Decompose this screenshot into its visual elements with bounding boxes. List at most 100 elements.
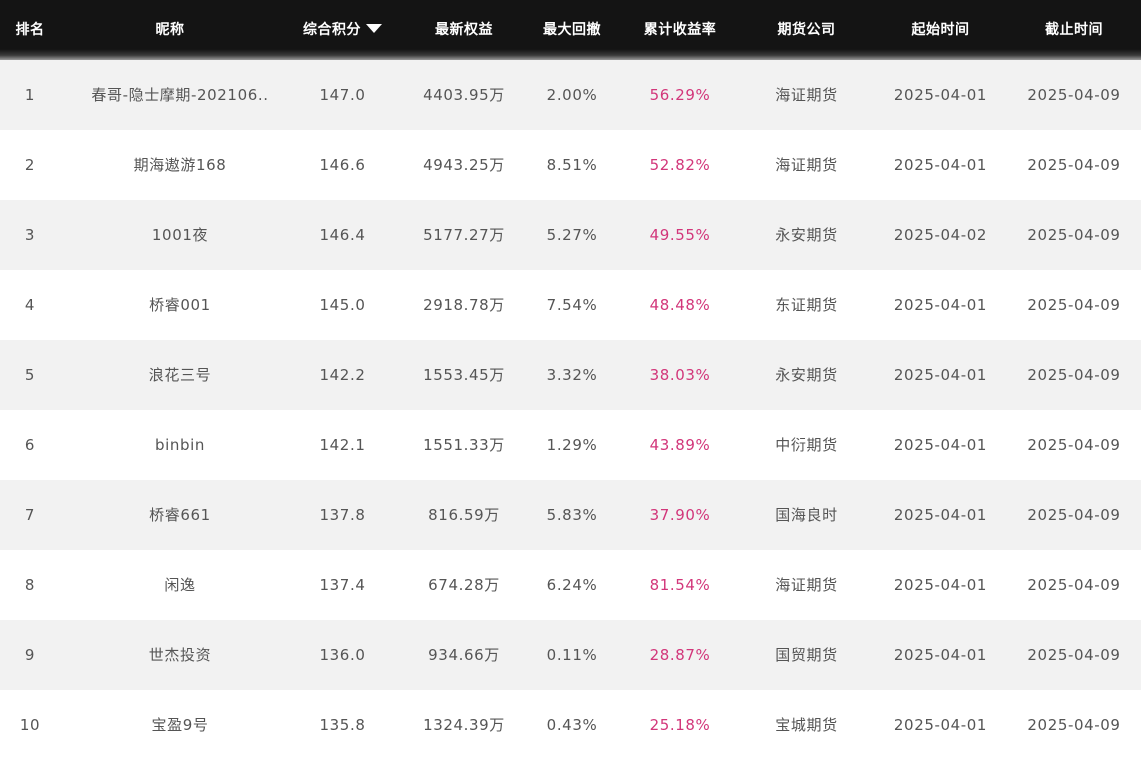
cell-rank: 3 [24, 226, 36, 244]
cell-end-time: 2025-04-09 [1027, 156, 1121, 174]
cell-end-time: 2025-04-09 [1027, 576, 1121, 594]
cell-nickname[interactable]: 桥睿001 [80, 270, 280, 340]
caret-down-icon[interactable] [366, 24, 382, 33]
cell-company: 海证期货 [775, 86, 838, 104]
cell-drawdown: 0.11% [546, 646, 598, 664]
table-row[interactable]: 5 浪花三号 142.2 1553.45万 3.32% 38.03% 永安期货 2025-04… [0, 340, 1141, 410]
table-row[interactable]: 6 binbin 142.1 1551.33万 1.29% 43.89% 中衍期货 2025-… [0, 410, 1141, 480]
header-start-time[interactable]: 起始时间 [874, 0, 1007, 60]
cell-nickname[interactable]: 浪花三号 [80, 340, 280, 410]
cell-company: 永安期货 [775, 366, 838, 384]
table-row[interactable]: 9 世杰投资 136.0 934.66万 0.11% 28.87% 国贸期货 2025-04-… [0, 620, 1141, 690]
cell-nickname[interactable]: binbin [80, 410, 280, 480]
cell-equity: 1324.39万 [423, 716, 505, 734]
cell-rank: 5 [24, 366, 36, 384]
cell-nickname[interactable]: 宝盈9号 [80, 690, 280, 760]
cell-nickname[interactable]: 闲逸 [80, 550, 280, 620]
cell-equity: 674.28万 [428, 576, 500, 594]
cell-nickname[interactable]: 世杰投资 [80, 620, 280, 690]
cell-company: 国海良时 [775, 506, 838, 524]
cell-company: 永安期货 [775, 226, 838, 244]
cell-end-time: 2025-04-09 [1027, 506, 1121, 524]
cell-company: 国贸期货 [775, 646, 838, 664]
header-return[interactable]: 累计收益率 [621, 0, 739, 60]
cell-company: 东证期货 [775, 296, 838, 314]
header-score[interactable]: 综合积分 [290, 0, 395, 60]
cell-nickname[interactable]: 春哥-隐士摩期-202106.. [80, 60, 280, 130]
cell-nickname[interactable]: 桥睿661 [80, 480, 280, 550]
cell-rank: 4 [24, 296, 36, 314]
table-row[interactable]: 3 1001夜 146.4 5177.27万 5.27% 49.55% 永安期货 2025-0… [0, 200, 1141, 270]
cell-score: 137.8 [319, 506, 366, 524]
cell-start-time: 2025-04-01 [893, 86, 988, 104]
cell-equity: 934.66万 [428, 646, 500, 664]
cell-return: 28.87% [649, 646, 711, 664]
cell-rank: 8 [24, 576, 36, 594]
cell-rank: 6 [24, 436, 36, 454]
header-end-time[interactable]: 截止时间 [1007, 0, 1141, 60]
cell-start-time: 2025-04-01 [893, 436, 988, 454]
cell-equity: 4403.95万 [423, 86, 505, 104]
cell-drawdown: 2.00% [546, 86, 598, 104]
cell-drawdown: 6.24% [546, 576, 598, 594]
header-drawdown[interactable]: 最大回撤 [523, 0, 621, 60]
cell-start-time: 2025-04-01 [893, 506, 988, 524]
cell-nickname[interactable]: 期海遨游168 [80, 130, 280, 200]
table-row[interactable]: 7 桥睿661 137.8 816.59万 5.83% 37.90% 国海良时 2025-04… [0, 480, 1141, 550]
cell-start-time: 2025-04-01 [893, 576, 988, 594]
cell-return: 49.55% [649, 226, 711, 244]
table-row[interactable]: 10 宝盈9号 135.8 1324.39万 0.43% 25.18% 宝城期货 2025-0… [0, 690, 1141, 760]
header-rank[interactable]: 排名 [0, 0, 60, 60]
cell-end-time: 2025-04-09 [1027, 86, 1121, 104]
cell-score: 145.0 [319, 296, 366, 314]
cell-nickname[interactable]: 1001夜 [80, 200, 280, 270]
cell-return: 52.82% [649, 156, 711, 174]
cell-rank: 10 [19, 716, 41, 734]
cell-rank: 2 [24, 156, 36, 174]
cell-company: 海证期货 [775, 156, 838, 174]
cell-score: 147.0 [319, 86, 366, 104]
header-nickname[interactable]: 昵称 [80, 0, 260, 60]
cell-end-time: 2025-04-09 [1027, 646, 1121, 664]
table-body: 1 春哥-隐士摩期-202106.. 147.0 4403.95万 2.00% 56.29… [0, 60, 1141, 760]
cell-score: 142.1 [319, 436, 366, 454]
cell-return: 48.48% [649, 296, 711, 314]
table-row[interactable]: 2 期海遨游168 146.6 4943.25万 8.51% 52.82% 海证期货 2025… [0, 130, 1141, 200]
cell-rank: 7 [24, 506, 36, 524]
cell-drawdown: 8.51% [546, 156, 598, 174]
cell-start-time: 2025-04-01 [893, 156, 988, 174]
cell-equity: 4943.25万 [423, 156, 505, 174]
cell-score: 135.8 [319, 716, 366, 734]
header-equity[interactable]: 最新权益 [405, 0, 523, 60]
cell-start-time: 2025-04-01 [893, 296, 988, 314]
cell-score: 137.4 [319, 576, 366, 594]
cell-return: 37.90% [649, 506, 711, 524]
cell-start-time: 2025-04-01 [893, 716, 988, 734]
cell-return: 56.29% [649, 86, 711, 104]
cell-rank: 9 [24, 646, 36, 664]
cell-return: 25.18% [649, 716, 711, 734]
cell-equity: 1551.33万 [423, 436, 505, 454]
cell-return: 81.54% [649, 576, 711, 594]
cell-drawdown: 7.54% [546, 296, 598, 314]
cell-end-time: 2025-04-09 [1027, 366, 1121, 384]
cell-score: 146.6 [319, 156, 366, 174]
header-score-label: 综合积分 [303, 22, 361, 38]
cell-equity: 816.59万 [428, 506, 500, 524]
cell-equity: 2918.78万 [423, 296, 505, 314]
cell-score: 136.0 [319, 646, 366, 664]
cell-company: 宝城期货 [775, 716, 838, 734]
table-row[interactable]: 1 春哥-隐士摩期-202106.. 147.0 4403.95万 2.00% 56.29… [0, 60, 1141, 130]
cell-start-time: 2025-04-01 [893, 646, 988, 664]
cell-return: 43.89% [649, 436, 711, 454]
cell-equity: 5177.27万 [423, 226, 505, 244]
cell-end-time: 2025-04-09 [1027, 716, 1121, 734]
cell-drawdown: 5.83% [546, 506, 598, 524]
table-row[interactable]: 4 桥睿001 145.0 2918.78万 7.54% 48.48% 东证期货 2025-0… [0, 270, 1141, 340]
cell-equity: 1553.45万 [423, 366, 505, 384]
cell-start-time: 2025-04-01 [893, 366, 988, 384]
header-company[interactable]: 期货公司 [739, 0, 874, 60]
cell-rank: 1 [24, 86, 36, 104]
table-row[interactable]: 8 闲逸 137.4 674.28万 6.24% 81.54% 海证期货 2025-04-01… [0, 550, 1141, 620]
cell-drawdown: 5.27% [546, 226, 598, 244]
